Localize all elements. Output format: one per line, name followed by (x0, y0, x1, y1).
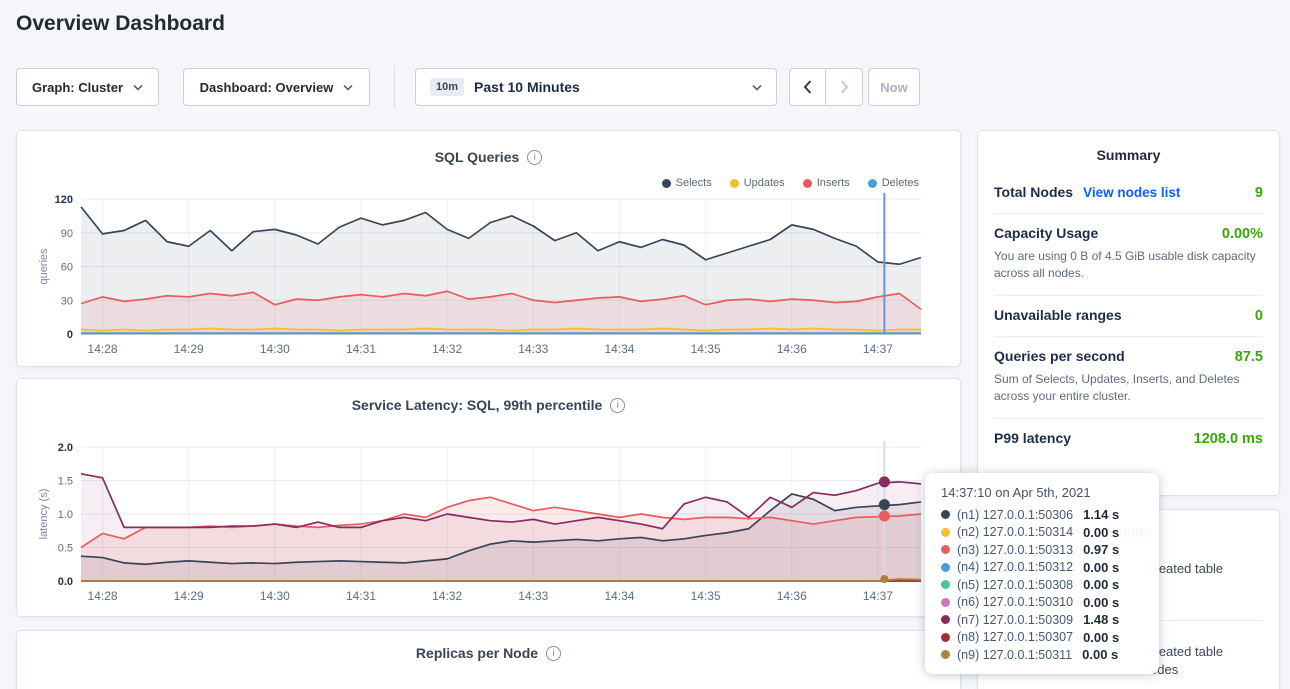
summary-panel: Summary Total Nodes View nodes list 9 Ca… (977, 130, 1280, 496)
tooltip-row-n8: (n8) 127.0.0.1:503070.00 s (941, 629, 1143, 647)
graph-dropdown-label: Graph: Cluster (32, 80, 123, 95)
svg-text:14:30: 14:30 (260, 589, 290, 603)
capacity-usage-desc: You are using 0 B of 4.5 GiB usable disk… (994, 248, 1263, 283)
page-title: Overview Dashboard (16, 12, 225, 36)
svg-text:14:32: 14:32 (432, 342, 462, 356)
sql-queries-card: SQL Queries i Selects Updates Inserts De… (16, 130, 961, 367)
svg-text:90: 90 (61, 228, 73, 240)
node-dot-icon (941, 650, 950, 659)
svg-text:14:34: 14:34 (604, 342, 634, 356)
chevron-down-icon (133, 84, 143, 91)
replicas-per-node-card: Replicas per Node i (16, 630, 961, 689)
summary-row-unavailable-ranges: Unavailable ranges 0 (994, 296, 1263, 337)
svg-text:120: 120 (55, 194, 73, 206)
tooltip-row-n5: (n5) 127.0.0.1:503080.00 s (941, 576, 1143, 594)
svg-text:14:37: 14:37 (863, 589, 893, 603)
summary-title: Summary (994, 131, 1263, 173)
total-nodes-value: 9 (1255, 185, 1263, 201)
summary-row-p99-latency: P99 latency 1208.0 ms (994, 419, 1263, 459)
svg-text:60: 60 (61, 262, 73, 274)
tooltip-row-n6: (n6) 127.0.0.1:503100.00 s (941, 594, 1143, 612)
node-dot-icon (941, 563, 950, 572)
node-dot-icon (941, 528, 950, 537)
capacity-usage-value: 0.00% (1222, 226, 1263, 242)
svg-text:14:30: 14:30 (260, 342, 290, 356)
chevron-down-icon (343, 84, 353, 91)
time-next-button[interactable] (826, 68, 863, 106)
svg-text:14:32: 14:32 (432, 589, 462, 603)
service-latency-chart[interactable]: 14:28 14:29 14:30 14:31 14:32 14:33 14:34 14:35… (17, 379, 962, 618)
svg-text:14:35: 14:35 (691, 342, 721, 356)
node-dot-icon (941, 615, 950, 624)
time-prev-button[interactable] (789, 68, 826, 106)
dashboard-dropdown[interactable]: Dashboard: Overview (183, 68, 370, 106)
svg-text:14:33: 14:33 (518, 589, 548, 603)
unavailable-ranges-value: 0 (1255, 308, 1263, 324)
time-range-label: Past 10 Minutes (474, 79, 580, 95)
chevron-down-icon (752, 84, 762, 91)
summary-row-capacity-usage: Capacity Usage 0.00% You are using 0 B o… (994, 214, 1263, 296)
p99-latency-value: 1208.0 ms (1194, 431, 1263, 447)
event-row[interactable]: created table (1148, 644, 1223, 659)
time-step-buttons (789, 68, 863, 106)
tooltip-row-n4: (n4) 127.0.0.1:503120.00 s (941, 559, 1143, 577)
node-dot-icon (941, 545, 950, 554)
svg-text:2.0: 2.0 (58, 442, 73, 454)
svg-text:0.0: 0.0 (58, 576, 73, 588)
svg-text:1.5: 1.5 (58, 476, 73, 488)
svg-text:14:33: 14:33 (518, 342, 548, 356)
svg-text:14:28: 14:28 (88, 342, 118, 356)
node-dot-icon (941, 598, 950, 607)
time-range-badge: 10m (430, 78, 464, 96)
svg-text:14:35: 14:35 (691, 589, 721, 603)
service-latency-card: Service Latency: SQL, 99th percentile i … (16, 378, 961, 617)
svg-text:30: 30 (61, 295, 73, 307)
queries-per-second-desc: Sum of Selects, Updates, Inserts, and De… (994, 371, 1263, 406)
node-dot-icon (941, 633, 950, 642)
svg-text:14:31: 14:31 (346, 342, 376, 356)
tooltip-row-n2: (n2) 127.0.0.1:503140.00 s (941, 524, 1143, 542)
node-dot-icon (941, 510, 950, 519)
now-button[interactable]: Now (868, 68, 920, 106)
event-row[interactable]: created table (1148, 561, 1223, 576)
svg-text:0.5: 0.5 (58, 543, 73, 555)
queries-per-second-value: 87.5 (1235, 349, 1263, 365)
info-icon[interactable]: i (546, 646, 561, 661)
node-dot-icon (941, 580, 950, 589)
svg-text:14:36: 14:36 (777, 589, 807, 603)
tooltip-row-n3: (n3) 127.0.0.1:503130.97 s (941, 541, 1143, 559)
time-range-dropdown[interactable]: 10m Past 10 Minutes (415, 68, 777, 106)
summary-row-queries-per-second: Queries per second 87.5 Sum of Selects, … (994, 337, 1263, 419)
svg-text:14:34: 14:34 (604, 589, 634, 603)
dashboard-dropdown-label: Dashboard: Overview (200, 80, 334, 95)
svg-text:14:29: 14:29 (174, 342, 204, 356)
svg-text:0: 0 (67, 329, 73, 341)
svg-text:14:37: 14:37 (863, 342, 893, 356)
svg-text:14:31: 14:31 (346, 589, 376, 603)
tooltip-row-n9: (n9) 127.0.0.1:503110.00 s (941, 646, 1143, 664)
tooltip-row-n1: (n1) 127.0.0.1:503061.14 s (941, 506, 1143, 524)
graph-dropdown[interactable]: Graph: Cluster (16, 68, 159, 106)
summary-row-total-nodes: Total Nodes View nodes list 9 (994, 173, 1263, 214)
svg-text:queries: queries (38, 248, 50, 285)
svg-text:14:29: 14:29 (174, 589, 204, 603)
toolbar-divider (394, 66, 395, 108)
sql-queries-chart[interactable]: 14:28 14:29 14:30 14:31 14:32 14:33 14:34 14:35… (17, 131, 962, 368)
replicas-per-node-title: Replicas per Node i (17, 645, 960, 661)
svg-text:latency (s): latency (s) (38, 489, 50, 540)
view-nodes-list-link[interactable]: View nodes list (1083, 185, 1180, 200)
tooltip-row-n7: (n7) 127.0.0.1:503091.48 s (941, 611, 1143, 629)
svg-text:14:28: 14:28 (88, 589, 118, 603)
svg-text:14:36: 14:36 (777, 342, 807, 356)
svg-text:1.0: 1.0 (58, 509, 73, 521)
chart-hover-tooltip: 14:37:10 on Apr 5th, 2021 (n1) 127.0.0.1… (925, 473, 1159, 674)
tooltip-timestamp: 14:37:10 on Apr 5th, 2021 (941, 485, 1143, 500)
